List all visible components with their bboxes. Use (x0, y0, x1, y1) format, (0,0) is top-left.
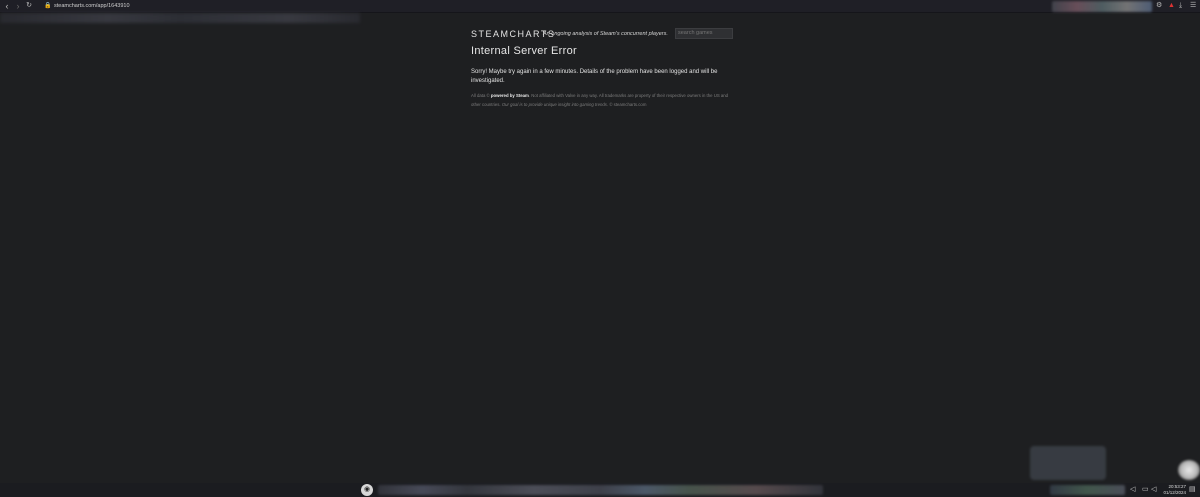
notification-icon[interactable]: ▤ (1189, 483, 1196, 497)
extension-puzzle-icon[interactable]: ⚙ (1156, 0, 1162, 12)
footer-copyright: © steamcharts.com (608, 101, 647, 107)
footer-copy-sign: © (486, 93, 490, 98)
footer-prefix: All data (471, 93, 487, 98)
download-icon[interactable]: ⤓ (1179, 0, 1182, 12)
extensions-area[interactable] (1052, 1, 1152, 12)
speaker-icon[interactable]: ◁ (1130, 483, 1135, 497)
tray-apps[interactable] (1050, 485, 1125, 495)
notification-popup[interactable] (1030, 446, 1106, 480)
powered-by-steam-link[interactable]: powered by Steam (491, 93, 529, 98)
site-tagline: An ongoing analysis of Steam's concurren… (543, 31, 668, 37)
taskbar-clock[interactable]: 20:53:27 01/12/2024 (1160, 484, 1186, 496)
footer-text: All data © powered by Steam. Not affilia… (471, 92, 731, 109)
reload-icon[interactable]: ↻ (23, 0, 35, 12)
browser-toolbar: ‹ › ↻ 🔒 steamcharts.com/app/1643910 ⚙ ▲ … (0, 0, 1200, 13)
error-title: Internal Server Error (471, 45, 577, 57)
volume-icon[interactable]: ◁ (1151, 483, 1156, 497)
clock-date: 01/12/2024 (1163, 490, 1186, 495)
profile-icon[interactable]: ▲ (1168, 0, 1175, 12)
page-content: STEAMCHARTS An ongoing analysis of Steam… (471, 27, 733, 107)
monitor-icon[interactable]: ▭ (1142, 483, 1149, 497)
footer-goal: Our goal is to provide unique insight in… (500, 101, 609, 107)
lock-icon: 🔒 (44, 3, 52, 9)
address-bar[interactable]: steamcharts.com/app/1643910 (54, 0, 130, 12)
site-header: STEAMCHARTS An ongoing analysis of Steam… (471, 27, 733, 43)
search-input[interactable] (675, 28, 733, 39)
floating-widget[interactable] (1178, 460, 1200, 480)
start-button[interactable]: ◉ (361, 484, 373, 496)
error-message: Sorry! Maybe try again in a few minutes.… (471, 69, 718, 84)
taskbar: ◉ ◁ ▭ ◁ 20:53:27 01/12/2024 ▤ (0, 483, 1200, 497)
menu-icon[interactable]: ☰ (1190, 0, 1196, 12)
taskbar-apps[interactable] (378, 485, 823, 495)
bookmarks-bar[interactable] (0, 13, 360, 23)
